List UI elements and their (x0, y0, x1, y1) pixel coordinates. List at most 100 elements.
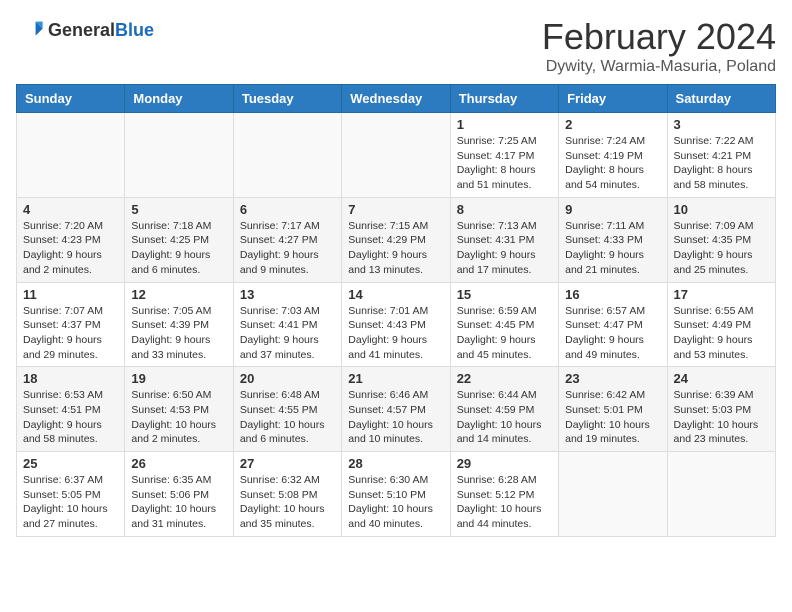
calendar-cell: 10 Sunrise: 7:09 AM Sunset: 4:35 PM Dayli… (667, 197, 775, 282)
day-number: 14 (348, 287, 443, 302)
day-number: 4 (23, 202, 118, 217)
day-info: Sunrise: 6:57 AM Sunset: 4:47 PM Dayligh… (565, 304, 660, 363)
day-info: Sunrise: 7:13 AM Sunset: 4:31 PM Dayligh… (457, 219, 552, 278)
day-info: Sunrise: 6:48 AM Sunset: 4:55 PM Dayligh… (240, 388, 335, 447)
weekday-header: Thursday (450, 85, 558, 113)
day-number: 23 (565, 371, 660, 386)
calendar-week-row: 1Sunrise: 7:25 AM Sunset: 4:17 PM Daylig… (17, 113, 776, 198)
day-number: 22 (457, 371, 552, 386)
day-number: 3 (674, 117, 769, 132)
calendar-cell: 23 Sunrise: 6:42 AM Sunset: 5:01 PM Dayli… (559, 367, 667, 452)
calendar-cell: 16 Sunrise: 6:57 AM Sunset: 4:47 PM Dayli… (559, 282, 667, 367)
day-info: Sunrise: 7:25 AM Sunset: 4:17 PM Dayligh… (457, 134, 552, 193)
day-number: 12 (131, 287, 226, 302)
day-info: Sunrise: 7:09 AM Sunset: 4:35 PM Dayligh… (674, 219, 769, 278)
calendar-cell: 29 Sunrise: 6:28 AM Sunset: 5:12 PM Dayli… (450, 452, 558, 537)
day-number: 8 (457, 202, 552, 217)
calendar-cell: 1Sunrise: 7:25 AM Sunset: 4:17 PM Daylig… (450, 113, 558, 198)
day-info: Sunrise: 7:11 AM Sunset: 4:33 PM Dayligh… (565, 219, 660, 278)
calendar-week-row: 4 Sunrise: 7:20 AM Sunset: 4:23 PM Daylig… (17, 197, 776, 282)
calendar-cell: 15 Sunrise: 6:59 AM Sunset: 4:45 PM Dayli… (450, 282, 558, 367)
calendar-body: 1Sunrise: 7:25 AM Sunset: 4:17 PM Daylig… (17, 113, 776, 537)
day-info: Sunrise: 6:55 AM Sunset: 4:49 PM Dayligh… (674, 304, 769, 363)
header: GeneralBlue February 2024 Dywity, Warmia… (16, 16, 776, 76)
calendar-cell: 20 Sunrise: 6:48 AM Sunset: 4:55 PM Dayli… (233, 367, 341, 452)
day-info: Sunrise: 6:42 AM Sunset: 5:01 PM Dayligh… (565, 388, 660, 447)
day-info: Sunrise: 7:22 AM Sunset: 4:21 PM Dayligh… (674, 134, 769, 193)
day-number: 28 (348, 456, 443, 471)
calendar-cell: 8 Sunrise: 7:13 AM Sunset: 4:31 PM Daylig… (450, 197, 558, 282)
calendar-cell: 12Sunrise: 7:05 AM Sunset: 4:39 PM Dayli… (125, 282, 233, 367)
day-number: 24 (674, 371, 769, 386)
calendar-cell: 21 Sunrise: 6:46 AM Sunset: 4:57 PM Dayli… (342, 367, 450, 452)
day-info: Sunrise: 6:50 AM Sunset: 4:53 PM Dayligh… (131, 388, 226, 447)
location: Dywity, Warmia-Masuria, Poland (542, 58, 776, 76)
calendar-cell: 28 Sunrise: 6:30 AM Sunset: 5:10 PM Dayli… (342, 452, 450, 537)
calendar-cell (125, 113, 233, 198)
calendar-cell: 19 Sunrise: 6:50 AM Sunset: 4:53 PM Dayli… (125, 367, 233, 452)
calendar-header: SundayMondayTuesdayWednesdayThursdayFrid… (17, 85, 776, 113)
calendar-cell: 3 Sunrise: 7:22 AM Sunset: 4:21 PM Daylig… (667, 113, 775, 198)
day-number: 21 (348, 371, 443, 386)
day-number: 18 (23, 371, 118, 386)
day-number: 15 (457, 287, 552, 302)
day-info: Sunrise: 6:46 AM Sunset: 4:57 PM Dayligh… (348, 388, 443, 447)
calendar-cell: 13 Sunrise: 7:03 AM Sunset: 4:41 PM Dayli… (233, 282, 341, 367)
day-number: 6 (240, 202, 335, 217)
day-info: Sunrise: 7:17 AM Sunset: 4:27 PM Dayligh… (240, 219, 335, 278)
day-number: 16 (565, 287, 660, 302)
day-number: 19 (131, 371, 226, 386)
calendar-cell: 17 Sunrise: 6:55 AM Sunset: 4:49 PM Dayli… (667, 282, 775, 367)
day-number: 11 (23, 287, 118, 302)
logo-icon (16, 16, 44, 44)
weekday-row: SundayMondayTuesdayWednesdayThursdayFrid… (17, 85, 776, 113)
calendar-cell (17, 113, 125, 198)
calendar-cell: 5 Sunrise: 7:18 AM Sunset: 4:25 PM Daylig… (125, 197, 233, 282)
day-info: Sunrise: 6:30 AM Sunset: 5:10 PM Dayligh… (348, 473, 443, 532)
day-info: Sunrise: 7:07 AM Sunset: 4:37 PM Dayligh… (23, 304, 118, 363)
calendar-cell: 22 Sunrise: 6:44 AM Sunset: 4:59 PM Dayli… (450, 367, 558, 452)
day-number: 20 (240, 371, 335, 386)
calendar-cell: 26 Sunrise: 6:35 AM Sunset: 5:06 PM Dayli… (125, 452, 233, 537)
day-info: Sunrise: 7:24 AM Sunset: 4:19 PM Dayligh… (565, 134, 660, 193)
day-number: 29 (457, 456, 552, 471)
calendar-cell (667, 452, 775, 537)
day-info: Sunrise: 6:59 AM Sunset: 4:45 PM Dayligh… (457, 304, 552, 363)
day-number: 10 (674, 202, 769, 217)
day-number: 17 (674, 287, 769, 302)
calendar-cell (559, 452, 667, 537)
day-info: Sunrise: 6:35 AM Sunset: 5:06 PM Dayligh… (131, 473, 226, 532)
day-info: Sunrise: 6:44 AM Sunset: 4:59 PM Dayligh… (457, 388, 552, 447)
day-info: Sunrise: 7:18 AM Sunset: 4:25 PM Dayligh… (131, 219, 226, 278)
calendar-cell (342, 113, 450, 198)
calendar-week-row: 25Sunrise: 6:37 AM Sunset: 5:05 PM Dayli… (17, 452, 776, 537)
day-info: Sunrise: 6:28 AM Sunset: 5:12 PM Dayligh… (457, 473, 552, 532)
weekday-header: Friday (559, 85, 667, 113)
calendar-week-row: 11 Sunrise: 7:07 AM Sunset: 4:37 PM Dayli… (17, 282, 776, 367)
calendar: SundayMondayTuesdayWednesdayThursdayFrid… (16, 84, 776, 537)
logo-blue: Blue (115, 20, 154, 40)
day-number: 13 (240, 287, 335, 302)
calendar-cell: 9Sunrise: 7:11 AM Sunset: 4:33 PM Daylig… (559, 197, 667, 282)
day-info: Sunrise: 6:53 AM Sunset: 4:51 PM Dayligh… (23, 388, 118, 447)
calendar-cell: 18 Sunrise: 6:53 AM Sunset: 4:51 PM Dayli… (17, 367, 125, 452)
logo-general: General (48, 20, 115, 40)
day-number: 27 (240, 456, 335, 471)
title-area: February 2024 Dywity, Warmia-Masuria, Po… (542, 16, 776, 76)
weekday-header: Sunday (17, 85, 125, 113)
calendar-cell: 11 Sunrise: 7:07 AM Sunset: 4:37 PM Dayli… (17, 282, 125, 367)
day-number: 7 (348, 202, 443, 217)
day-info: Sunrise: 7:01 AM Sunset: 4:43 PM Dayligh… (348, 304, 443, 363)
day-info: Sunrise: 7:20 AM Sunset: 4:23 PM Dayligh… (23, 219, 118, 278)
logo: GeneralBlue (16, 16, 154, 44)
day-info: Sunrise: 7:03 AM Sunset: 4:41 PM Dayligh… (240, 304, 335, 363)
calendar-cell: 7Sunrise: 7:15 AM Sunset: 4:29 PM Daylig… (342, 197, 450, 282)
weekday-header: Wednesday (342, 85, 450, 113)
day-number: 2 (565, 117, 660, 132)
day-number: 5 (131, 202, 226, 217)
weekday-header: Tuesday (233, 85, 341, 113)
month-title: February 2024 (542, 16, 776, 58)
calendar-cell: 27 Sunrise: 6:32 AM Sunset: 5:08 PM Dayli… (233, 452, 341, 537)
day-number: 26 (131, 456, 226, 471)
day-info: Sunrise: 6:32 AM Sunset: 5:08 PM Dayligh… (240, 473, 335, 532)
